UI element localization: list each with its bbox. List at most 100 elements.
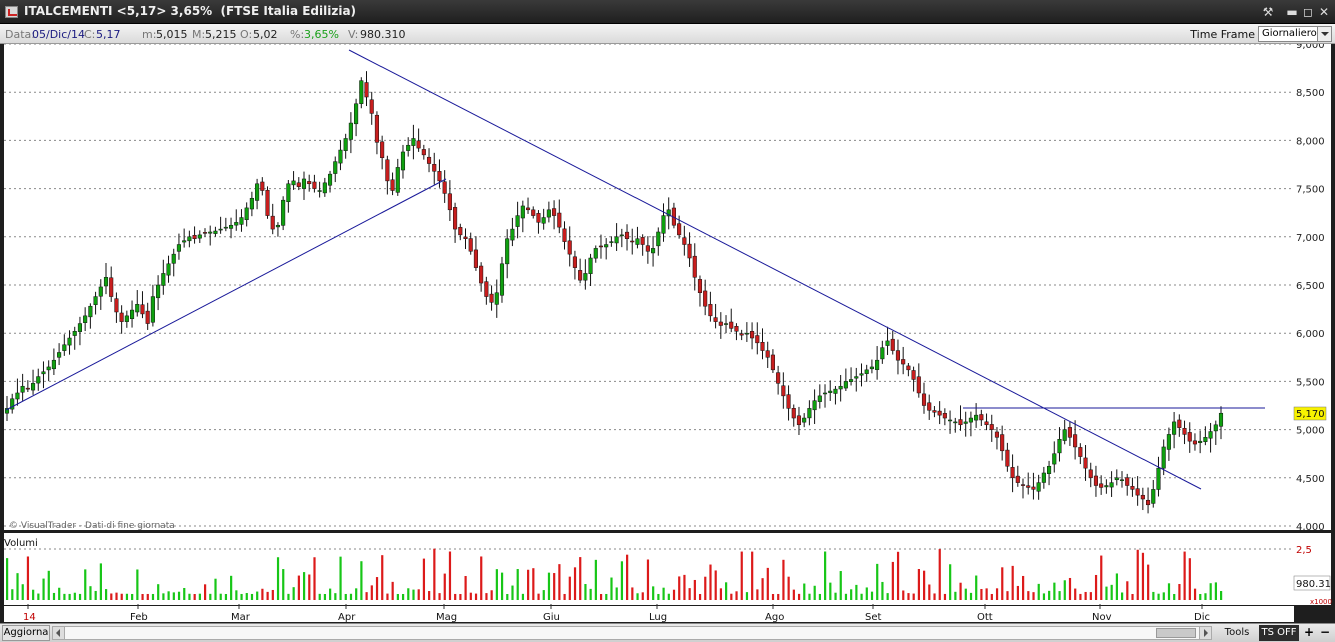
- candle-body: [802, 417, 807, 423]
- candle-body: [156, 284, 161, 299]
- volume-bar: [1094, 574, 1098, 600]
- volume-bar: [16, 573, 19, 600]
- volume-bar: [256, 591, 259, 600]
- candle-body: [338, 149, 343, 164]
- time-tick-label: Nov: [1092, 612, 1112, 623]
- volume-bar: [995, 588, 999, 600]
- candle-body: [150, 296, 155, 323]
- volume-bar: [1100, 555, 1103, 600]
- volume-bar: [323, 593, 327, 600]
- volume-bar: [740, 551, 743, 600]
- volume-bar: [672, 589, 676, 600]
- volume-bar: [63, 593, 66, 600]
- candle-body: [687, 243, 692, 259]
- volume-bar: [193, 593, 196, 600]
- candle-body: [72, 331, 77, 336]
- zoom-out-icon[interactable]: −: [1318, 625, 1332, 641]
- candle-body: [895, 350, 901, 361]
- volume-bar: [292, 587, 295, 600]
- chevron-down-icon[interactable]: [1317, 27, 1331, 41]
- scroll-right-icon[interactable]: [1199, 627, 1211, 639]
- candle-body: [812, 400, 817, 411]
- volume-bar: [626, 554, 629, 600]
- tools-button[interactable]: Tools: [1216, 625, 1258, 641]
- refresh-button[interactable]: Aggiorna: [2, 625, 50, 641]
- candle-body: [1109, 482, 1114, 488]
- volume-bar: [527, 569, 530, 600]
- candle-body: [406, 144, 411, 151]
- volume-bar: [282, 569, 285, 600]
- volume-bar: [975, 575, 978, 600]
- volume-bar: [933, 593, 936, 600]
- candle-body: [536, 213, 541, 223]
- horizontal-scrollbar[interactable]: [52, 626, 1212, 640]
- volume-bar: [902, 590, 905, 600]
- candle-body: [932, 410, 937, 413]
- volume-bar: [1204, 593, 1207, 600]
- volume-bar: [401, 593, 405, 600]
- volume-bar: [506, 593, 509, 600]
- scroll-left-icon[interactable]: [53, 627, 65, 639]
- zoom-in-icon[interactable]: +: [1302, 625, 1316, 641]
- candle-body: [916, 376, 921, 394]
- volume-bar: [1183, 551, 1186, 600]
- volume-bar: [553, 573, 556, 600]
- candle-body: [296, 182, 301, 187]
- tools-icon[interactable]: ⚒: [1259, 3, 1277, 21]
- volume-bar: [365, 592, 368, 600]
- scrollbar-thumb[interactable]: [1156, 628, 1196, 638]
- candle-body: [958, 419, 963, 426]
- candle-body: [885, 340, 890, 346]
- volume-bar: [521, 593, 525, 600]
- volume-bar: [1022, 575, 1025, 600]
- candle-body: [218, 228, 223, 231]
- candle-body: [1135, 488, 1140, 496]
- candle-body: [20, 385, 25, 393]
- candle-body: [364, 82, 369, 98]
- candle-body: [1203, 437, 1208, 443]
- candle-body: [442, 181, 447, 194]
- volume-bar: [1042, 593, 1046, 600]
- candle-body: [520, 205, 525, 219]
- candle-body: [447, 193, 452, 211]
- candle-body: [984, 421, 989, 426]
- volume-bar: [641, 592, 644, 600]
- candle-body: [718, 321, 723, 326]
- volume-bar: [938, 549, 941, 600]
- volume-bar: [120, 593, 123, 600]
- open-label: O:: [240, 28, 253, 41]
- volume-bar: [360, 561, 363, 600]
- timeframe-select[interactable]: Giornaliero: [1258, 26, 1332, 42]
- volume-bar: [1220, 591, 1223, 600]
- volume-bar: [652, 586, 655, 600]
- volume-bar: [141, 593, 144, 600]
- candle-body: [213, 230, 218, 234]
- candle-body: [192, 234, 197, 239]
- candle-body: [1213, 424, 1218, 432]
- volume-bar: [907, 593, 910, 600]
- volume-bar: [78, 593, 82, 600]
- volume-bar: [1011, 565, 1014, 600]
- candle-body: [1000, 434, 1005, 452]
- candle-body: [807, 408, 812, 419]
- volume-bar: [584, 584, 587, 600]
- volume-bar: [167, 591, 170, 600]
- volume-bar: [594, 559, 597, 600]
- close-icon[interactable]: ✕: [1315, 3, 1333, 21]
- last-price-badge: 5,170: [1293, 406, 1327, 421]
- candle-body: [843, 381, 848, 389]
- volume-bar: [704, 576, 707, 600]
- volume-bar: [709, 564, 712, 600]
- volume-bar: [1079, 593, 1082, 600]
- volume-bar: [943, 593, 947, 600]
- candle-body: [656, 231, 661, 247]
- volume-bar: [448, 551, 452, 600]
- volume-bar: [876, 563, 879, 600]
- chart-area[interactable]: 9,000 8,500 8,000 7,500 7,000 6,500 6,000 5,500…: [0, 44, 1335, 623]
- ts-off-button[interactable]: TS OFF: [1259, 625, 1299, 641]
- volume-bar: [631, 587, 634, 600]
- candle-body: [67, 337, 72, 346]
- candle-body: [208, 231, 213, 234]
- candle-body: [281, 199, 286, 226]
- candle-body: [552, 208, 557, 216]
